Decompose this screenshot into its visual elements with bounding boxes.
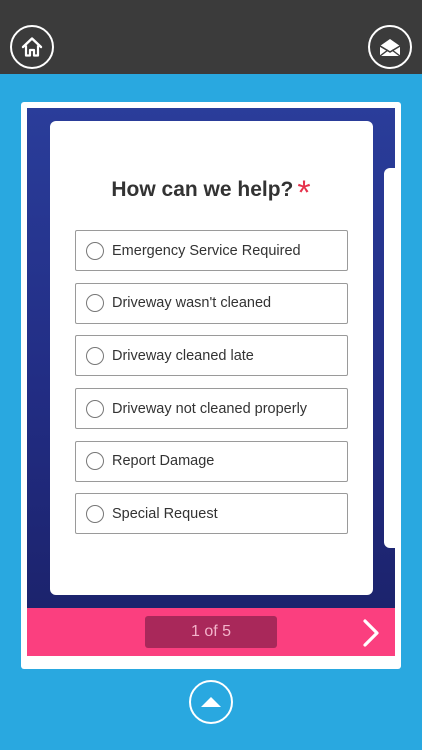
radio-button[interactable]: [86, 241, 104, 260]
envelope-icon: [379, 39, 401, 57]
option-label: Driveway wasn't cleaned: [112, 295, 272, 312]
option-not-cleaned-properly[interactable]: Driveway not cleaned properly: [75, 388, 348, 430]
option-special-request[interactable]: Special Request: [75, 493, 348, 535]
option-label: Special Request: [112, 505, 218, 522]
home-button[interactable]: [10, 25, 54, 69]
next-card-edge: [384, 168, 395, 548]
option-label: Emergency Service Required: [112, 242, 301, 259]
question-title: How can we help? *: [0, 176, 422, 210]
home-icon: [21, 37, 43, 57]
page-indicator: 1 of 5: [145, 616, 277, 648]
radio-button[interactable]: [86, 294, 104, 313]
radio-button[interactable]: [86, 346, 104, 365]
next-button[interactable]: [355, 616, 387, 650]
scroll-up-button[interactable]: [189, 680, 233, 724]
radio-button[interactable]: [86, 504, 104, 523]
radio-button[interactable]: [86, 452, 104, 471]
option-label: Driveway cleaned late: [112, 347, 254, 364]
chevron-right-icon: [363, 619, 379, 647]
option-label: Report Damage: [112, 453, 215, 470]
mail-button[interactable]: [368, 25, 412, 69]
option-report-damage[interactable]: Report Damage: [75, 440, 348, 482]
top-bar: [0, 0, 422, 74]
answer-options: Emergency Service Required Driveway wasn…: [75, 230, 348, 546]
option-driveway-not-cleaned[interactable]: Driveway wasn't cleaned: [75, 282, 348, 324]
option-label: Driveway not cleaned properly: [112, 400, 308, 417]
question-text: How can we help?: [111, 178, 294, 201]
radio-button[interactable]: [86, 399, 104, 418]
required-asterisk: *: [297, 174, 311, 212]
option-emergency-service[interactable]: Emergency Service Required: [75, 230, 348, 271]
triangle-up-icon: [201, 697, 221, 707]
option-driveway-cleaned-late[interactable]: Driveway cleaned late: [75, 335, 348, 377]
